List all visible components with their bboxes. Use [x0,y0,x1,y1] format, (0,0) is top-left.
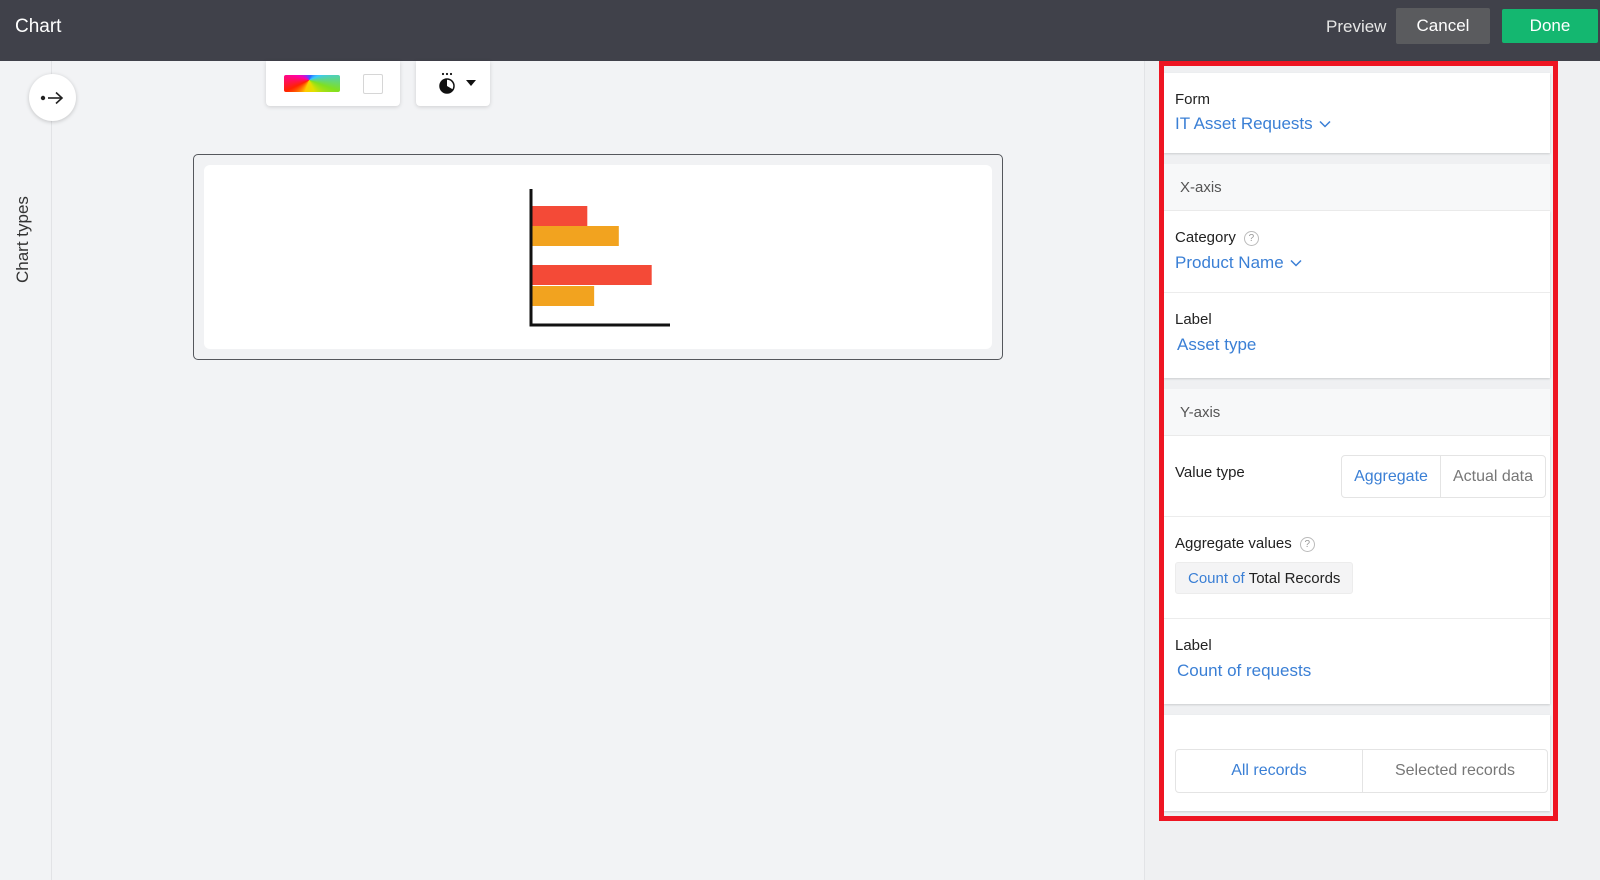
theme-contrast-icon [439,72,455,94]
horizontal-bar-chart-icon [529,189,670,327]
help-icon[interactable]: ? [1299,536,1315,552]
aggregate-value-chip[interactable]: Count of Total Records [1175,562,1354,594]
x-axis-section: Category? Product Name Label Asset type [1164,211,1550,378]
preview-button[interactable]: Preview [1326,17,1386,37]
caret-down-icon [466,80,476,86]
form-section: Form IT Asset Requests [1164,73,1550,153]
all-records-option[interactable]: All records [1176,750,1362,792]
expand-chart-types-button[interactable] [29,74,76,121]
background-color-icon[interactable] [363,74,383,94]
theme-toolbar [416,61,490,106]
selected-records-option[interactable]: Selected records [1362,750,1547,792]
color-toolbar [266,61,400,106]
chart-bar-a [532,265,652,285]
chart-bar-b [532,286,595,306]
chevron-down-icon [1290,259,1302,267]
x-label-input[interactable]: Asset type [1177,335,1256,355]
divider [1164,292,1550,293]
theme-dropdown-button[interactable] [438,71,476,95]
form-label: Form [1175,91,1210,108]
x-label-label: Label [1175,311,1212,328]
page-title: Chart [15,16,62,37]
chart-types-label[interactable]: Chart types [13,196,33,283]
y-label-label: Label [1175,637,1212,654]
chart-types-rail: Chart types [0,61,52,880]
divider [1164,516,1550,517]
value-type-label: Value type [1175,464,1245,481]
divider [1164,618,1550,619]
chevron-down-icon [1319,120,1331,128]
category-label-text: Category [1175,229,1236,246]
aggregate-function: Count of [1188,569,1245,587]
cancel-button[interactable]: Cancel [1396,8,1490,44]
help-icon[interactable]: ? [1243,230,1259,246]
chart-preview-area [204,165,992,349]
records-toggle: All records Selected records [1175,749,1548,793]
category-value: Product Name [1175,253,1284,272]
x-axis-heading: X-axis [1164,164,1550,211]
category-select[interactable]: Product Name [1175,253,1302,273]
chart-preview-card[interactable] [193,154,1003,360]
top-bar: Chart Preview Cancel Done [0,0,1600,61]
value-type-aggregate[interactable]: Aggregate [1342,456,1440,497]
aggregate-values-label-text: Aggregate values [1175,535,1292,552]
chart-bar-a [532,206,588,226]
y-axis-section: Value type Aggregate Actual data Aggrega… [1164,436,1550,704]
form-select[interactable]: IT Asset Requests [1175,114,1331,134]
value-type-toggle: Aggregate Actual data [1341,455,1546,498]
aggregate-field: Total Records [1248,569,1341,587]
aggregate-values-label: Aggregate values? [1175,535,1315,552]
color-palette-icon[interactable] [284,75,340,92]
dot-arrow-right-icon [40,91,63,104]
chart-bar-b [532,226,619,246]
records-section: All records Selected records [1164,715,1550,811]
category-label: Category? [1175,229,1259,246]
value-type-actual-data[interactable]: Actual data [1440,456,1545,497]
form-value: IT Asset Requests [1175,114,1313,133]
done-button[interactable]: Done [1502,9,1598,43]
y-axis-heading: Y-axis [1164,389,1550,436]
y-label-input[interactable]: Count of requests [1177,661,1311,681]
